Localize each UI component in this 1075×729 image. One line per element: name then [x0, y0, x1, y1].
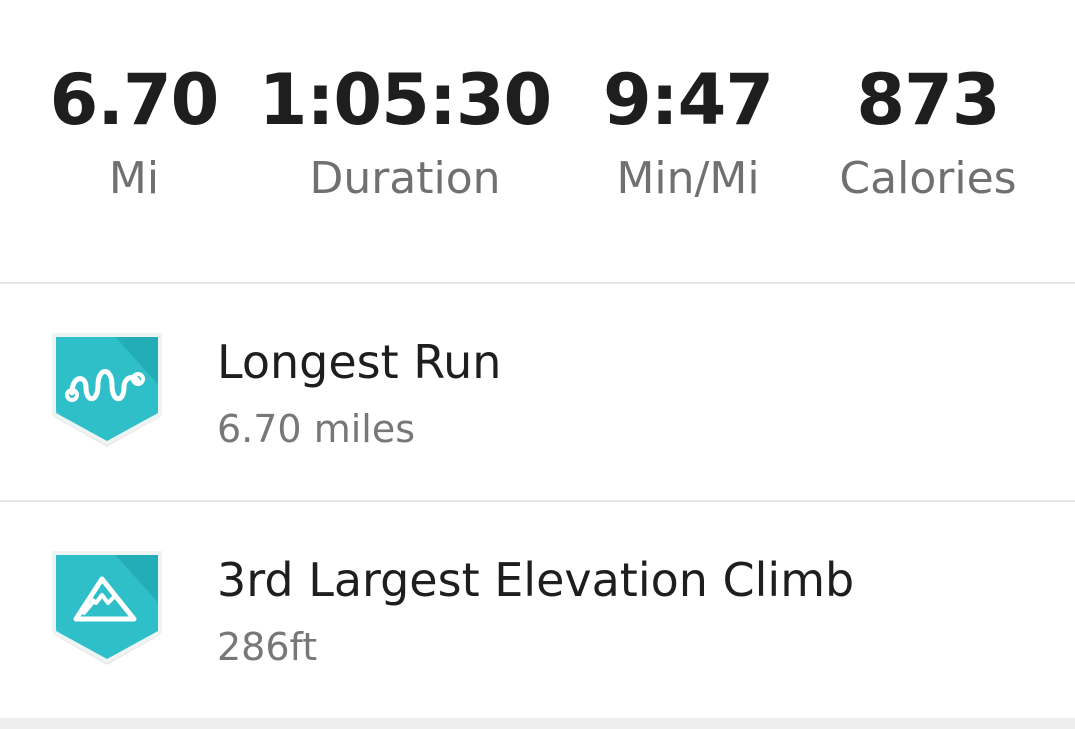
- stat-distance: 6.70 Mi: [49, 58, 220, 206]
- stat-calories: 873 Calories: [839, 58, 1016, 206]
- achievement-longest-run[interactable]: Longest Run 6.70 miles: [0, 284, 1075, 500]
- stat-distance-value: 6.70: [49, 59, 220, 141]
- stat-pace: 9:47 Min/Mi: [602, 58, 774, 206]
- stat-duration-value: 1:05:30: [258, 59, 553, 141]
- route-wave-icon: [50, 331, 164, 453]
- stat-pace-label: Min/Mi: [616, 153, 760, 204]
- stat-duration: 1:05:30 Duration: [258, 58, 553, 206]
- achievement-value: 6.70 miles: [217, 407, 415, 451]
- workout-stats: 6.70 Mi 1:05:30 Duration 9:47 Min/Mi 873…: [0, 0, 1075, 282]
- stat-calories-label: Calories: [839, 153, 1017, 204]
- achievement-elevation-climb[interactable]: 3rd Largest Elevation Climb 286ft: [0, 502, 1075, 718]
- achievement-title: 3rd Largest Elevation Climb: [217, 553, 855, 607]
- stat-duration-label: Duration: [309, 153, 501, 204]
- stat-pace-value: 9:47: [602, 59, 774, 141]
- achievement-value: 286ft: [217, 625, 318, 669]
- stat-calories-value: 873: [856, 59, 1000, 141]
- section-separator: [0, 718, 1075, 729]
- stat-distance-label: Mi: [108, 153, 160, 204]
- achievement-title: Longest Run: [217, 335, 502, 389]
- mountain-icon: [50, 549, 164, 671]
